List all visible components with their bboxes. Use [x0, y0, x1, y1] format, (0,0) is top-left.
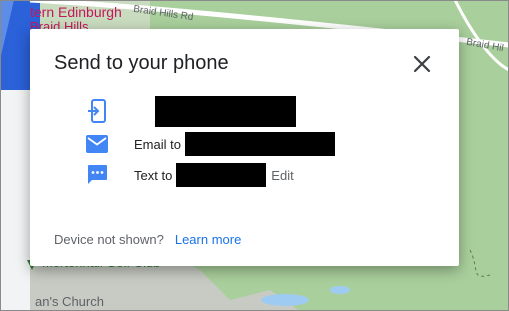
- dialog-title: Send to your phone: [54, 52, 229, 74]
- sms-icon: [85, 163, 109, 187]
- email-label: Email to: [134, 136, 181, 152]
- map-water-2: [330, 286, 350, 294]
- device-row[interactable]: [85, 95, 296, 127]
- redacted-phone: [176, 163, 267, 187]
- edit-link[interactable]: Edit: [271, 168, 293, 183]
- text-row[interactable]: Text to Edit: [85, 160, 294, 190]
- text-label: Text to: [134, 167, 173, 183]
- learn-more-link[interactable]: Learn more: [175, 232, 241, 247]
- email-row[interactable]: Email to: [85, 129, 335, 159]
- redacted-device-name: [155, 95, 296, 127]
- dialog-footer: Device not shown? Learn more: [54, 232, 241, 247]
- map-water: [261, 294, 309, 306]
- map-label-church: an's Church: [35, 294, 104, 309]
- map-label-edinburgh: tern Edinburgh: [30, 4, 122, 20]
- map-side-strip: [0, 90, 30, 311]
- redacted-email: [184, 132, 335, 156]
- send-to-device-icon: [85, 99, 109, 123]
- send-to-phone-dialog: Send to your phone Email to Text to Edit…: [30, 29, 459, 266]
- device-not-shown-text: Device not shown?: [54, 232, 164, 247]
- email-icon: [85, 132, 109, 156]
- close-button[interactable]: [411, 53, 433, 75]
- close-icon: [413, 55, 431, 73]
